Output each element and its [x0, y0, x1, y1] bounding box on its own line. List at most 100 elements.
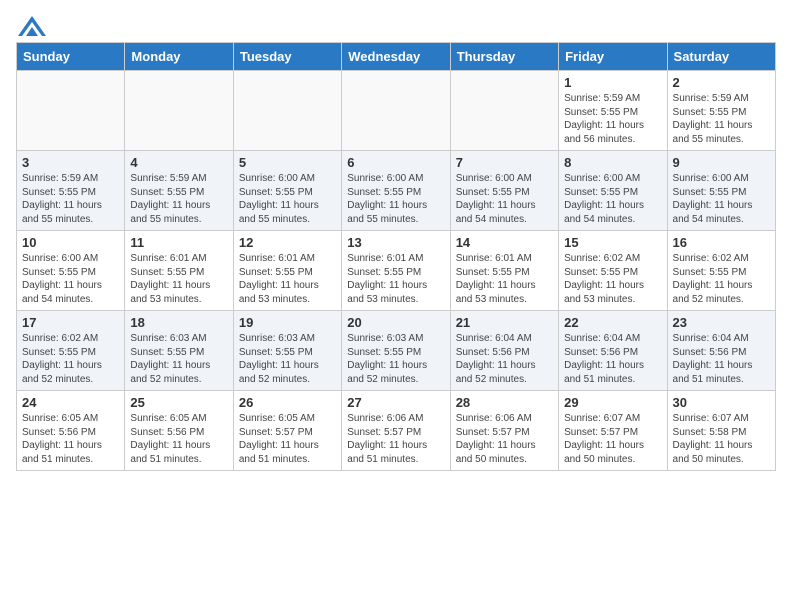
- calendar-cell: 19 Sunrise: 6:03 AM Sunset: 5:55 PM Dayli…: [233, 311, 341, 391]
- calendar-cell: 10 Sunrise: 6:00 AM Sunset: 5:55 PM Dayli…: [17, 231, 125, 311]
- day-number: 9: [673, 155, 770, 170]
- day-number: 8: [564, 155, 661, 170]
- calendar-cell: 17 Sunrise: 6:02 AM Sunset: 5:55 PM Dayli…: [17, 311, 125, 391]
- calendar-cell: 12Sunrise: 6:01 AM Sunset: 5:55 PM Dayli…: [233, 231, 341, 311]
- calendar-cell: [450, 71, 558, 151]
- day-info: Sunrise: 6:01 AM Sunset: 5:55 PM Dayligh…: [347, 252, 444, 306]
- calendar-cell: 6 Sunrise: 6:00 AM Sunset: 5:55 PM Daylig…: [342, 151, 450, 231]
- page-header: [16, 16, 776, 32]
- calendar-week-row-5: 24 Sunrise: 6:05 AM Sunset: 5:56 PM Dayli…: [17, 391, 776, 471]
- day-info: Sunrise: 5:59 AM Sunset: 5:55 PM Dayligh…: [130, 172, 227, 226]
- calendar-cell: 18 Sunrise: 6:03 AM Sunset: 5:55 PM Dayli…: [125, 311, 233, 391]
- calendar-cell: 9 Sunrise: 6:00 AM Sunset: 5:55 PM Daylig…: [667, 151, 775, 231]
- day-info: Sunrise: 5:59 AM Sunset: 5:55 PM Dayligh…: [22, 172, 119, 226]
- day-number: 29: [564, 395, 661, 410]
- calendar-cell: [17, 71, 125, 151]
- calendar-cell: 27Sunrise: 6:06 AM Sunset: 5:57 PM Dayli…: [342, 391, 450, 471]
- day-number: 7: [456, 155, 553, 170]
- calendar-cell: [342, 71, 450, 151]
- day-info: Sunrise: 6:00 AM Sunset: 5:55 PM Dayligh…: [456, 172, 553, 226]
- calendar-week-row-2: 3Sunrise: 5:59 AM Sunset: 5:55 PM Daylig…: [17, 151, 776, 231]
- calendar-cell: 28 Sunrise: 6:06 AM Sunset: 5:57 PM Dayli…: [450, 391, 558, 471]
- calendar-cell: 15 Sunrise: 6:02 AM Sunset: 5:55 PM Dayli…: [559, 231, 667, 311]
- day-info: Sunrise: 6:00 AM Sunset: 5:55 PM Dayligh…: [239, 172, 336, 226]
- day-info: Sunrise: 5:59 AM Sunset: 5:55 PM Dayligh…: [564, 92, 661, 146]
- calendar-header-sunday: Sunday: [17, 43, 125, 71]
- calendar-cell: 13 Sunrise: 6:01 AM Sunset: 5:55 PM Dayli…: [342, 231, 450, 311]
- calendar-cell: 16 Sunrise: 6:02 AM Sunset: 5:55 PM Dayli…: [667, 231, 775, 311]
- day-number: 14: [456, 235, 553, 250]
- day-info: Sunrise: 6:06 AM Sunset: 5:57 PM Dayligh…: [347, 412, 444, 466]
- day-number: 2: [673, 75, 770, 90]
- day-info: Sunrise: 5:59 AM Sunset: 5:55 PM Dayligh…: [673, 92, 770, 146]
- day-number: 6: [347, 155, 444, 170]
- calendar-week-row-4: 17 Sunrise: 6:02 AM Sunset: 5:55 PM Dayli…: [17, 311, 776, 391]
- day-info: Sunrise: 6:00 AM Sunset: 5:55 PM Dayligh…: [22, 252, 119, 306]
- calendar-header-friday: Friday: [559, 43, 667, 71]
- calendar-cell: 23 Sunrise: 6:04 AM Sunset: 5:56 PM Dayli…: [667, 311, 775, 391]
- day-number: 24: [22, 395, 119, 410]
- day-info: Sunrise: 6:00 AM Sunset: 5:55 PM Dayligh…: [564, 172, 661, 226]
- calendar-cell: 25 Sunrise: 6:05 AM Sunset: 5:56 PM Dayli…: [125, 391, 233, 471]
- calendar-week-row-3: 10 Sunrise: 6:00 AM Sunset: 5:55 PM Dayli…: [17, 231, 776, 311]
- day-number: 17: [22, 315, 119, 330]
- day-number: 13: [347, 235, 444, 250]
- day-number: 16: [673, 235, 770, 250]
- logo-icon: [18, 16, 46, 36]
- day-number: 18: [130, 315, 227, 330]
- day-number: 22: [564, 315, 661, 330]
- day-info: Sunrise: 6:03 AM Sunset: 5:55 PM Dayligh…: [130, 332, 227, 386]
- day-info: Sunrise: 6:07 AM Sunset: 5:58 PM Dayligh…: [673, 412, 770, 466]
- day-number: 19: [239, 315, 336, 330]
- day-info: Sunrise: 6:05 AM Sunset: 5:56 PM Dayligh…: [130, 412, 227, 466]
- calendar-header-row: SundayMondayTuesdayWednesdayThursdayFrid…: [17, 43, 776, 71]
- day-number: 28: [456, 395, 553, 410]
- day-info: Sunrise: 6:03 AM Sunset: 5:55 PM Dayligh…: [239, 332, 336, 386]
- calendar-cell: [233, 71, 341, 151]
- calendar-table: SundayMondayTuesdayWednesdayThursdayFrid…: [16, 42, 776, 471]
- day-number: 25: [130, 395, 227, 410]
- calendar-header-tuesday: Tuesday: [233, 43, 341, 71]
- calendar-header-thursday: Thursday: [450, 43, 558, 71]
- calendar-cell: 30Sunrise: 6:07 AM Sunset: 5:58 PM Dayli…: [667, 391, 775, 471]
- calendar-cell: 3Sunrise: 5:59 AM Sunset: 5:55 PM Daylig…: [17, 151, 125, 231]
- day-info: Sunrise: 6:04 AM Sunset: 5:56 PM Dayligh…: [673, 332, 770, 386]
- day-info: Sunrise: 6:04 AM Sunset: 5:56 PM Dayligh…: [564, 332, 661, 386]
- day-number: 23: [673, 315, 770, 330]
- day-number: 10: [22, 235, 119, 250]
- day-number: 11: [130, 235, 227, 250]
- day-info: Sunrise: 6:05 AM Sunset: 5:57 PM Dayligh…: [239, 412, 336, 466]
- day-info: Sunrise: 6:02 AM Sunset: 5:55 PM Dayligh…: [673, 252, 770, 306]
- day-info: Sunrise: 6:02 AM Sunset: 5:55 PM Dayligh…: [22, 332, 119, 386]
- day-info: Sunrise: 6:00 AM Sunset: 5:55 PM Dayligh…: [347, 172, 444, 226]
- calendar-cell: 20 Sunrise: 6:03 AM Sunset: 5:55 PM Dayli…: [342, 311, 450, 391]
- day-number: 15: [564, 235, 661, 250]
- calendar-header-wednesday: Wednesday: [342, 43, 450, 71]
- day-info: Sunrise: 6:03 AM Sunset: 5:55 PM Dayligh…: [347, 332, 444, 386]
- calendar-cell: 29 Sunrise: 6:07 AM Sunset: 5:57 PM Dayli…: [559, 391, 667, 471]
- calendar-cell: 1 Sunrise: 5:59 AM Sunset: 5:55 PM Daylig…: [559, 71, 667, 151]
- day-number: 1: [564, 75, 661, 90]
- calendar-header-saturday: Saturday: [667, 43, 775, 71]
- calendar-cell: 7 Sunrise: 6:00 AM Sunset: 5:55 PM Daylig…: [450, 151, 558, 231]
- day-info: Sunrise: 6:02 AM Sunset: 5:55 PM Dayligh…: [564, 252, 661, 306]
- logo: [16, 16, 46, 32]
- day-info: Sunrise: 6:07 AM Sunset: 5:57 PM Dayligh…: [564, 412, 661, 466]
- day-info: Sunrise: 6:04 AM Sunset: 5:56 PM Dayligh…: [456, 332, 553, 386]
- calendar-header-monday: Monday: [125, 43, 233, 71]
- day-info: Sunrise: 6:01 AM Sunset: 5:55 PM Dayligh…: [456, 252, 553, 306]
- calendar-cell: 5Sunrise: 6:00 AM Sunset: 5:55 PM Daylig…: [233, 151, 341, 231]
- day-number: 26: [239, 395, 336, 410]
- calendar-cell: 8 Sunrise: 6:00 AM Sunset: 5:55 PM Daylig…: [559, 151, 667, 231]
- calendar-cell: 4Sunrise: 5:59 AM Sunset: 5:55 PM Daylig…: [125, 151, 233, 231]
- calendar-cell: 11Sunrise: 6:01 AM Sunset: 5:55 PM Dayli…: [125, 231, 233, 311]
- day-info: Sunrise: 6:06 AM Sunset: 5:57 PM Dayligh…: [456, 412, 553, 466]
- day-number: 20: [347, 315, 444, 330]
- day-info: Sunrise: 6:01 AM Sunset: 5:55 PM Dayligh…: [239, 252, 336, 306]
- calendar-cell: 21Sunrise: 6:04 AM Sunset: 5:56 PM Dayli…: [450, 311, 558, 391]
- calendar-week-row-1: 1 Sunrise: 5:59 AM Sunset: 5:55 PM Daylig…: [17, 71, 776, 151]
- calendar-cell: 2 Sunrise: 5:59 AM Sunset: 5:55 PM Daylig…: [667, 71, 775, 151]
- day-info: Sunrise: 6:05 AM Sunset: 5:56 PM Dayligh…: [22, 412, 119, 466]
- calendar-cell: 14 Sunrise: 6:01 AM Sunset: 5:55 PM Dayli…: [450, 231, 558, 311]
- day-info: Sunrise: 6:00 AM Sunset: 5:55 PM Dayligh…: [673, 172, 770, 226]
